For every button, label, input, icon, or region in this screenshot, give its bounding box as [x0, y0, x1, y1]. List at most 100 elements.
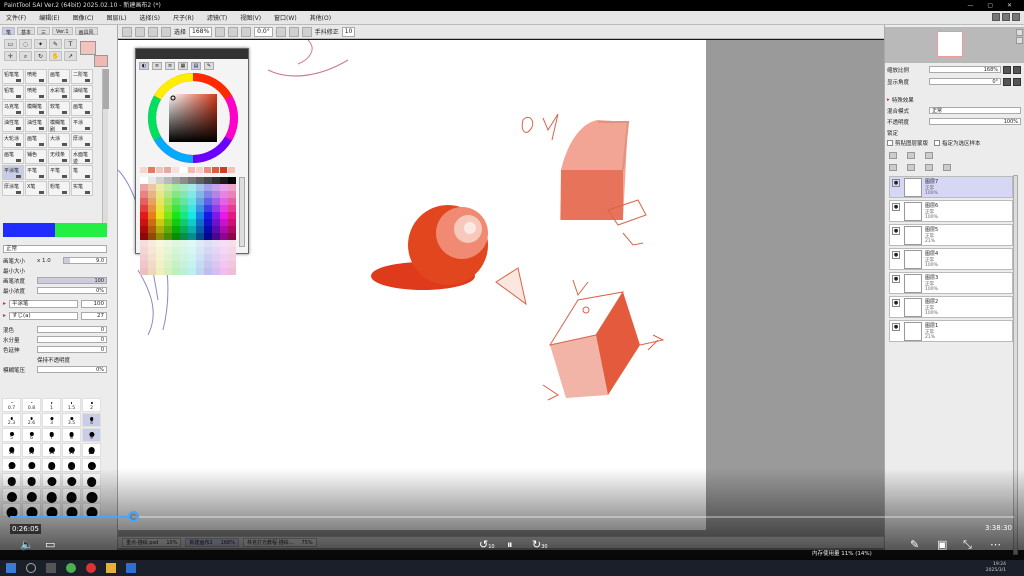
palette-cell[interactable] — [148, 219, 156, 226]
lasso-icon[interactable]: ◌ — [19, 39, 32, 49]
palette-cell[interactable] — [204, 240, 212, 247]
recent-color-swatch[interactable] — [148, 167, 155, 173]
palette-cell[interactable] — [172, 219, 180, 226]
palette-cell[interactable] — [156, 177, 164, 184]
chrome-icon[interactable] — [86, 563, 96, 573]
palette-cell[interactable] — [220, 247, 228, 254]
palette-cell[interactable] — [180, 240, 188, 247]
menu-item[interactable]: 选择(S) — [140, 13, 161, 22]
brush-slot[interactable]: 实笔 — [71, 181, 93, 196]
clear-layer-icon[interactable] — [925, 164, 933, 171]
brush-slot[interactable]: 画笔 — [71, 101, 93, 116]
zoom-minus-button[interactable] — [1003, 65, 1011, 74]
brush-slot[interactable]: 大涂 — [48, 133, 70, 148]
recent-color-swatch[interactable] — [164, 167, 171, 173]
palette-cell[interactable] — [204, 212, 212, 219]
clip-checkbox[interactable] — [887, 139, 893, 146]
palette-cell[interactable] — [212, 240, 220, 247]
layer-opacity-slider[interactable]: 100% — [929, 118, 1021, 125]
size-preset[interactable]: 1 — [42, 398, 61, 412]
palette-cell[interactable] — [156, 219, 164, 226]
palette-cell[interactable] — [140, 240, 148, 247]
palette-cell[interactable] — [164, 233, 172, 240]
hand-icon[interactable]: ✋ — [49, 51, 62, 61]
size-preset[interactable]: 10 — [2, 443, 21, 457]
palette-cell[interactable] — [180, 226, 188, 233]
palette-cell[interactable] — [180, 184, 188, 191]
brush-slot[interactable]: 大轮涂 — [2, 133, 24, 148]
browser-icon[interactable] — [66, 563, 76, 573]
brush-slot[interactable]: 平笔 — [25, 165, 47, 180]
blend-mode-dropdown[interactable]: 正常 — [3, 244, 107, 253]
brush-slot[interactable]: 马克笔 — [2, 101, 24, 116]
menu-item[interactable]: 其他(O) — [310, 13, 331, 22]
palette-cell[interactable] — [220, 254, 228, 261]
recent-color-swatch[interactable] — [220, 167, 227, 173]
palette-cell[interactable] — [220, 233, 228, 240]
palette-cell[interactable] — [212, 184, 220, 191]
palette-cell[interactable] — [204, 205, 212, 212]
palette-cell[interactable] — [172, 240, 180, 247]
palette-cell[interactable] — [180, 191, 188, 198]
menu-item[interactable]: 图层(L) — [107, 13, 127, 22]
palette-cell[interactable] — [228, 198, 236, 205]
size-preset[interactable]: 3.5 — [62, 413, 81, 427]
brush-size-slider[interactable]: 9.0 — [63, 257, 107, 264]
palette-cell[interactable] — [212, 226, 220, 233]
nav-zoom-in-button[interactable] — [1016, 37, 1023, 44]
brush-slot[interactable]: 模糊笔刷 — [48, 117, 70, 133]
size-preset[interactable]: 3 — [42, 413, 61, 427]
timeline-scrubber[interactable] — [128, 511, 139, 522]
palette-cell[interactable] — [228, 177, 236, 184]
deselect-button[interactable] — [148, 26, 158, 37]
palette-cell[interactable] — [164, 226, 172, 233]
start-icon[interactable] — [6, 563, 16, 573]
rotation-field[interactable]: 0.0° — [254, 26, 273, 37]
brush-set-tab[interactable]: 画具风 — [74, 27, 98, 36]
palette-cell[interactable] — [196, 254, 204, 261]
palette-cell[interactable] — [212, 261, 220, 268]
clip-row[interactable]: 剪贴图层蒙版 指定为选区样本 — [887, 138, 1021, 147]
palette-cell[interactable] — [164, 240, 172, 247]
palette-cell[interactable] — [156, 212, 164, 219]
palette-cell[interactable] — [148, 226, 156, 233]
palette-cell[interactable] — [148, 261, 156, 268]
palette-cell[interactable] — [212, 233, 220, 240]
palette-cell[interactable] — [204, 268, 212, 275]
size-preset[interactable]: 5 — [2, 428, 21, 442]
effects-label[interactable]: 特殊效果 — [892, 96, 914, 104]
task-view-icon[interactable] — [46, 563, 56, 573]
pause-button[interactable]: ⏸ — [507, 538, 513, 552]
palette-cell[interactable] — [140, 247, 148, 254]
hsv-mode-icon[interactable]: ≡ — [165, 62, 175, 70]
rotate-right-button[interactable] — [288, 26, 299, 37]
brush-slot[interactable]: 水彩笔 — [48, 85, 70, 100]
palette-cell[interactable] — [196, 240, 204, 247]
palette-cell[interactable] — [148, 184, 156, 191]
palette-cell[interactable] — [228, 240, 236, 247]
brush-slot[interactable]: 画笔 — [48, 69, 70, 84]
primary-color-swatch[interactable] — [80, 41, 96, 55]
palette-mode-icon[interactable]: ▤ — [191, 62, 201, 70]
brush-slot[interactable]: 无线条 — [48, 149, 70, 164]
visibility-eye-icon[interactable]: ● — [892, 179, 900, 187]
blur-slider[interactable]: 0% — [37, 366, 107, 373]
palette-cell[interactable] — [220, 205, 228, 212]
palette-cell[interactable] — [148, 254, 156, 261]
window-controls[interactable]: — ▢ ✕ — [967, 0, 1018, 11]
brush-slot[interactable]: 平涂笔 — [2, 165, 24, 180]
subtitles-icon[interactable]: ▭ — [45, 538, 55, 551]
palette-cell[interactable] — [148, 198, 156, 205]
brush-scrollbar[interactable] — [102, 69, 109, 229]
palette-cell[interactable] — [172, 205, 180, 212]
palette-cell[interactable] — [164, 177, 172, 184]
palette-cell[interactable] — [172, 268, 180, 275]
palette-cell[interactable] — [140, 233, 148, 240]
palette-cell[interactable] — [172, 261, 180, 268]
color-picker-header[interactable] — [136, 49, 248, 59]
brush-slot[interactable]: 笔 — [71, 165, 93, 180]
recent-color-swatch[interactable] — [140, 167, 147, 173]
brush-slot[interactable]: 水面笔迹 — [71, 149, 93, 165]
size-preset[interactable]: 2.3 — [2, 413, 21, 427]
minimize-player-icon[interactable]: ⤡ — [963, 538, 972, 552]
